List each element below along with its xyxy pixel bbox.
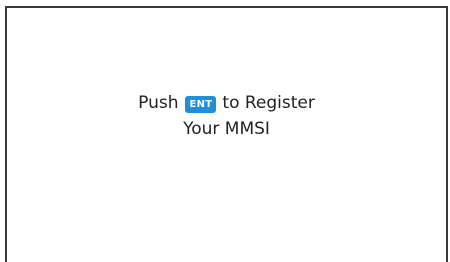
- push-text: Push: [138, 93, 179, 113]
- register-mmsi-message: Push ENT to Register Your MMSI: [7, 90, 446, 142]
- ent-key-icon: ENT: [185, 96, 217, 113]
- display-screen: Push ENT to Register Your MMSI: [5, 6, 448, 262]
- message-line-1: Push ENT to Register: [7, 90, 446, 116]
- to-register-text: to Register: [222, 93, 315, 113]
- message-line-2: Your MMSI: [183, 119, 270, 139]
